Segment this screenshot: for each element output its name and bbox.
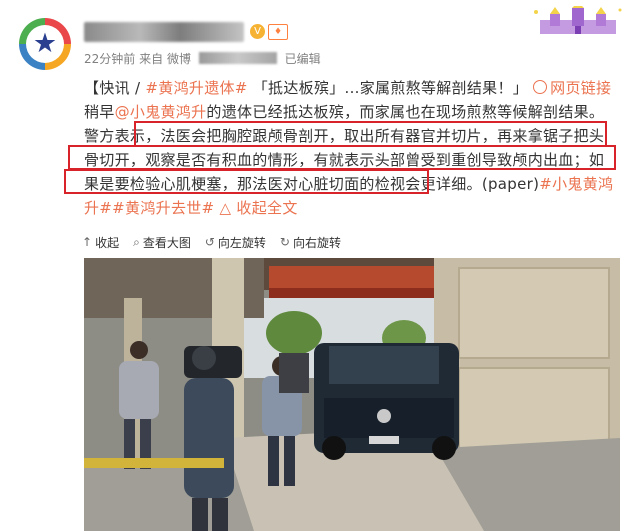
view-large-label: 查看大图 <box>142 235 191 250</box>
hashtag-huanghongsheng-remains[interactable]: #黄鸿升遗体# <box>145 79 247 97</box>
collapse-image-label: 收起 <box>95 235 120 250</box>
rotate-left-button[interactable]: ↺ 向左旋转 <box>205 234 266 251</box>
avatar[interactable]: ★ <box>19 18 71 70</box>
rotate-left-icon: ↺ <box>204 235 215 249</box>
news-photo[interactable] <box>84 258 620 531</box>
verified-icon: V <box>250 24 265 39</box>
rotate-left-label: 向左旋转 <box>217 235 266 250</box>
post-content: 【快讯 / #黄鸿升遗体# 「抵达板殡」...家属煎熬等解剖结果！」 网页链接 … <box>84 76 616 220</box>
username-blurred[interactable] <box>84 22 244 42</box>
collapse-full-text-label: 收起全文 <box>236 199 298 217</box>
post-time[interactable]: 22分钟前 <box>84 52 135 66</box>
post-badge: 快讯 <box>99 79 130 97</box>
collapse-full-text-link[interactable]: △ 收起全文 <box>220 199 298 217</box>
web-link-icon <box>533 80 548 94</box>
post-text-prefix: 稍早 <box>84 103 115 121</box>
post-badge-open: 【 <box>84 79 100 97</box>
paper-emoji: (paper) <box>481 175 540 193</box>
rotate-right-button[interactable]: ↻ 向右旋转 <box>280 234 341 251</box>
blurred-source <box>198 52 277 64</box>
web-link[interactable]: 网页链接 <box>533 79 611 97</box>
news-photo-illustration <box>84 258 620 531</box>
up-arrow-icon: ↑ <box>82 235 93 249</box>
web-link-label: 网页链接 <box>550 79 612 97</box>
post-slash: / <box>129 79 146 97</box>
source-link[interactable]: 微博 <box>167 52 191 66</box>
image-toolbar: ↑ 收起 ⌕ 查看大图 ↺ 向左旋转 ↻ 向右旋转 <box>82 232 341 252</box>
post-title: 「抵达板殡」...家属煎熬等解剖结果！」 <box>252 79 529 97</box>
post-meta: 22分钟前 来自 微博 已编辑 <box>84 50 321 67</box>
source-prefix: 来自 <box>139 52 164 66</box>
view-large-button[interactable]: ⌕ 查看大图 <box>133 234 191 251</box>
hashtag-passed-away[interactable]: #黄鸿升去世# <box>112 199 214 217</box>
avatar-inner: ★ <box>26 25 64 63</box>
castle-decoration-icon <box>534 6 622 34</box>
collapse-arrow-icon: △ <box>219 199 232 217</box>
mention-link[interactable]: @小鬼黄鸿升 <box>115 103 207 121</box>
level-badge-icon: ♦ <box>268 24 288 40</box>
star-icon: ★ <box>32 28 58 59</box>
edited-label: 已编辑 <box>284 52 321 66</box>
collapse-image-button[interactable]: ↑ 收起 <box>82 234 119 251</box>
rotate-right-label: 向右旋转 <box>292 235 341 250</box>
zoom-icon: ⌕ <box>133 234 140 249</box>
rotate-right-icon: ↻ <box>279 235 290 249</box>
